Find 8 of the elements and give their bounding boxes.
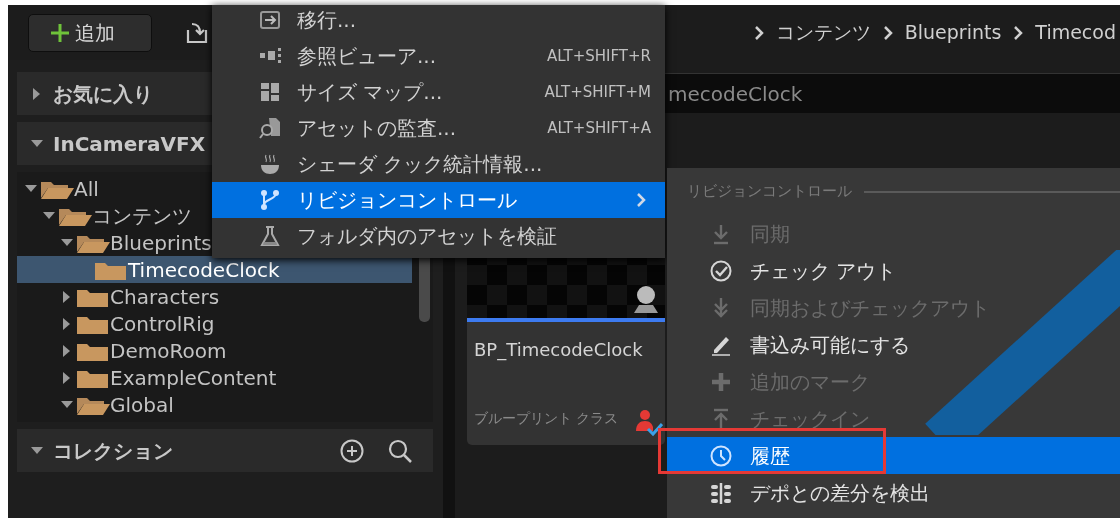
section-title: お気に入り — [53, 80, 153, 108]
section-title: コレクション — [53, 437, 173, 465]
section-title: InCameraVFX — [53, 130, 206, 158]
shortcut-text: ALT+SHIFT+R — [546, 45, 651, 67]
asset-name: BP_TimecodeClock — [473, 338, 644, 363]
shortcut-text: ALT+SHIFT+M — [544, 81, 651, 103]
submenu-header: リビジョンコントロール — [687, 181, 852, 203]
asset-type: ブループリント クラス — [473, 409, 619, 428]
